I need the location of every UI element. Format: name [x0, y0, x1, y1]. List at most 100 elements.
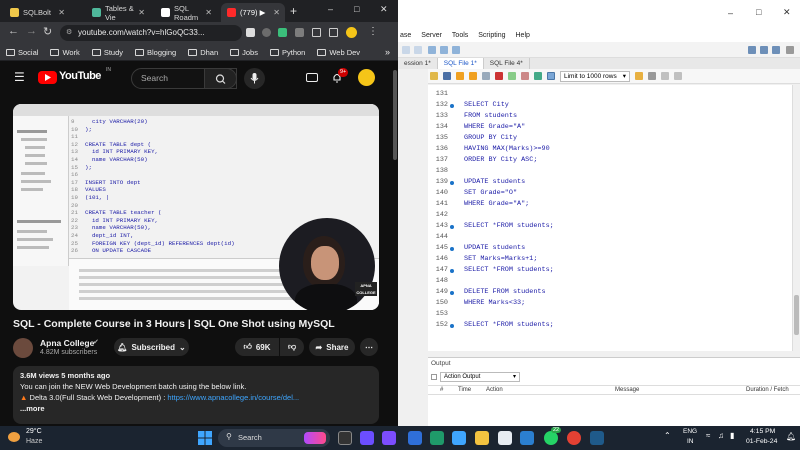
wrap-icon[interactable] — [674, 72, 682, 80]
commit-icon[interactable] — [508, 72, 516, 80]
execute-icon[interactable] — [456, 72, 464, 80]
tab-sql-roadmap[interactable]: SQL Roadm ✕ — [155, 3, 217, 22]
more-actions-button[interactable]: ⋯ — [360, 338, 378, 356]
tab-sqlbolt[interactable]: SQLBolt ✕ — [4, 3, 70, 22]
code-line[interactable]: 147 SELECT *FROM students; — [428, 265, 792, 276]
menu-item-tools[interactable]: Tools — [452, 32, 468, 39]
taskbar-search[interactable]: ⚲ Search — [218, 429, 330, 447]
subscribed-button[interactable]: 🔔︎ Subscribed ⌄ — [114, 338, 189, 356]
chrome-icon[interactable] — [567, 431, 581, 445]
explain-icon[interactable] — [482, 72, 490, 80]
channel-name[interactable]: Apna College — [40, 338, 94, 348]
battery-icon[interactable]: ▮ — [730, 431, 734, 440]
forward-arrow-icon[interactable]: → — [26, 25, 37, 37]
windows-start-icon[interactable] — [198, 431, 212, 445]
code-line[interactable]: 146 SET Marks=Marks+1; — [428, 254, 792, 265]
weather-condition[interactable]: Haze — [26, 438, 42, 445]
weather-icon[interactable] — [8, 432, 20, 442]
code-line[interactable]: 140 SET Grade="O" — [428, 188, 792, 199]
teams-icon[interactable] — [360, 431, 374, 445]
close-tab-icon[interactable]: ✕ — [138, 8, 145, 17]
video-player[interactable]: 9 city VARCHAR(20) 10); 11 12 CREATE TABLE d… — [13, 104, 379, 310]
wifi-icon[interactable]: ≈ — [706, 431, 710, 440]
invisible-chars-icon[interactable] — [661, 72, 669, 80]
menu-item-scripting[interactable]: Scripting — [478, 32, 505, 39]
beautify-icon[interactable] — [635, 72, 643, 80]
new-sql-icon[interactable] — [402, 46, 410, 54]
notifications-icon[interactable]: 🔔︎ — [786, 432, 796, 441]
menu-item-server[interactable]: Server — [421, 32, 442, 39]
find-icon[interactable] — [648, 72, 656, 80]
tab-sql-file-4[interactable]: SQL File 4* — [484, 58, 530, 69]
save-icon[interactable] — [443, 72, 451, 80]
code-line[interactable]: 153 — [428, 309, 792, 320]
panel-icon[interactable] — [760, 46, 768, 54]
maximize-icon[interactable]: □ — [354, 4, 359, 14]
store-icon[interactable] — [498, 431, 512, 445]
menu-item-help[interactable]: Help — [516, 32, 530, 39]
description-box[interactable]: 3.6M views 5 months ago You can join the… — [13, 366, 379, 424]
tab-youtube[interactable]: (779) ▶︎ ✕ — [221, 3, 285, 22]
address-bar[interactable]: ⚙ youtube.com/watch?v=hlGoQC33... — [60, 25, 242, 41]
code-line[interactable]: 142 — [428, 210, 792, 221]
code-line[interactable]: 131 — [428, 89, 792, 100]
profile-avatar[interactable] — [346, 27, 357, 38]
scrollbar-thumb[interactable] — [794, 295, 799, 335]
code-line[interactable]: 133 FROM students — [428, 111, 792, 122]
volume-icon[interactable]: ♫ — [718, 431, 724, 440]
bookmark-dhan[interactable]: Dhan — [188, 48, 218, 57]
course-link[interactable]: https://www.apnacollege.in/course/del... — [167, 393, 299, 402]
tab-sql-file-1[interactable]: SQL File 1* — [437, 58, 484, 69]
code-line[interactable]: 137 ORDER BY City ASC; — [428, 155, 792, 166]
chrome-menu-icon[interactable]: ⋮ — [368, 26, 378, 37]
whatsapp-icon[interactable] — [544, 431, 558, 445]
extension-icon[interactable] — [278, 28, 287, 37]
code-line[interactable]: 143 SELECT *FROM students; — [428, 221, 792, 232]
edge-icon[interactable] — [430, 431, 444, 445]
dislike-button[interactable]: 👎︎ — [280, 338, 304, 356]
site-info-icon[interactable]: ⚙ — [66, 25, 72, 41]
youtube-logo-text[interactable]: YouTube — [59, 70, 101, 82]
schema-icon[interactable] — [428, 46, 436, 54]
open-sql-icon[interactable] — [414, 46, 422, 54]
language-region[interactable]: IN — [687, 438, 694, 445]
minimize-icon[interactable]: – — [328, 4, 333, 14]
like-button[interactable]: 👍︎ 69K — [235, 338, 279, 356]
panel-right-icon[interactable] — [772, 46, 780, 54]
autocommit-icon[interactable] — [534, 72, 542, 80]
code-line[interactable]: 145 UPDATE students — [428, 243, 792, 254]
toggle-output-icon[interactable] — [547, 72, 555, 80]
sql-editor[interactable]: 131 132 SELECT City 133 FROM students 134 WHER… — [428, 85, 792, 351]
code-line[interactable]: 148 — [428, 276, 792, 287]
code-line[interactable]: 152 SELECT *FROM students; — [428, 320, 792, 331]
table-icon[interactable] — [440, 46, 448, 54]
close-tab-icon[interactable]: ✕ — [58, 8, 65, 17]
limit-rows-select[interactable]: Limit to 1000 rows ▾ — [560, 70, 630, 82]
code-line[interactable]: 138 — [428, 166, 792, 177]
extension-icon[interactable] — [246, 28, 255, 37]
new-tab-button[interactable]: + — [290, 4, 297, 18]
maximize-icon[interactable]: □ — [756, 7, 761, 17]
reload-icon[interactable]: ↻ — [43, 25, 52, 38]
browser-icon[interactable] — [452, 431, 466, 445]
create-video-icon[interactable] — [306, 73, 318, 82]
editor-scrollbar[interactable] — [792, 85, 800, 351]
show-more-link[interactable]: ...more — [20, 404, 372, 413]
layout-icon[interactable] — [748, 46, 756, 54]
mysql-workbench-icon[interactable] — [590, 431, 604, 445]
side-panel-icon[interactable] — [329, 28, 338, 37]
search-button[interactable] — [204, 68, 237, 89]
chat-icon[interactable] — [382, 431, 396, 445]
task-view-icon[interactable] — [338, 431, 352, 445]
back-arrow-icon[interactable]: ← — [8, 25, 19, 37]
code-line[interactable]: 132 SELECT City — [428, 100, 792, 111]
output-type-select[interactable]: Action Output ▾ — [440, 372, 520, 382]
reading-list-icon[interactable] — [312, 28, 321, 37]
minimize-icon[interactable]: – — [728, 8, 733, 18]
code-line[interactable]: 144 — [428, 232, 792, 243]
tab-session[interactable]: ession 1* — [398, 58, 438, 69]
rollback-icon[interactable] — [521, 72, 529, 80]
page-scrollbar[interactable] — [392, 62, 398, 426]
temperature[interactable]: 29°C — [26, 428, 42, 435]
settings-icon[interactable] — [786, 46, 794, 54]
